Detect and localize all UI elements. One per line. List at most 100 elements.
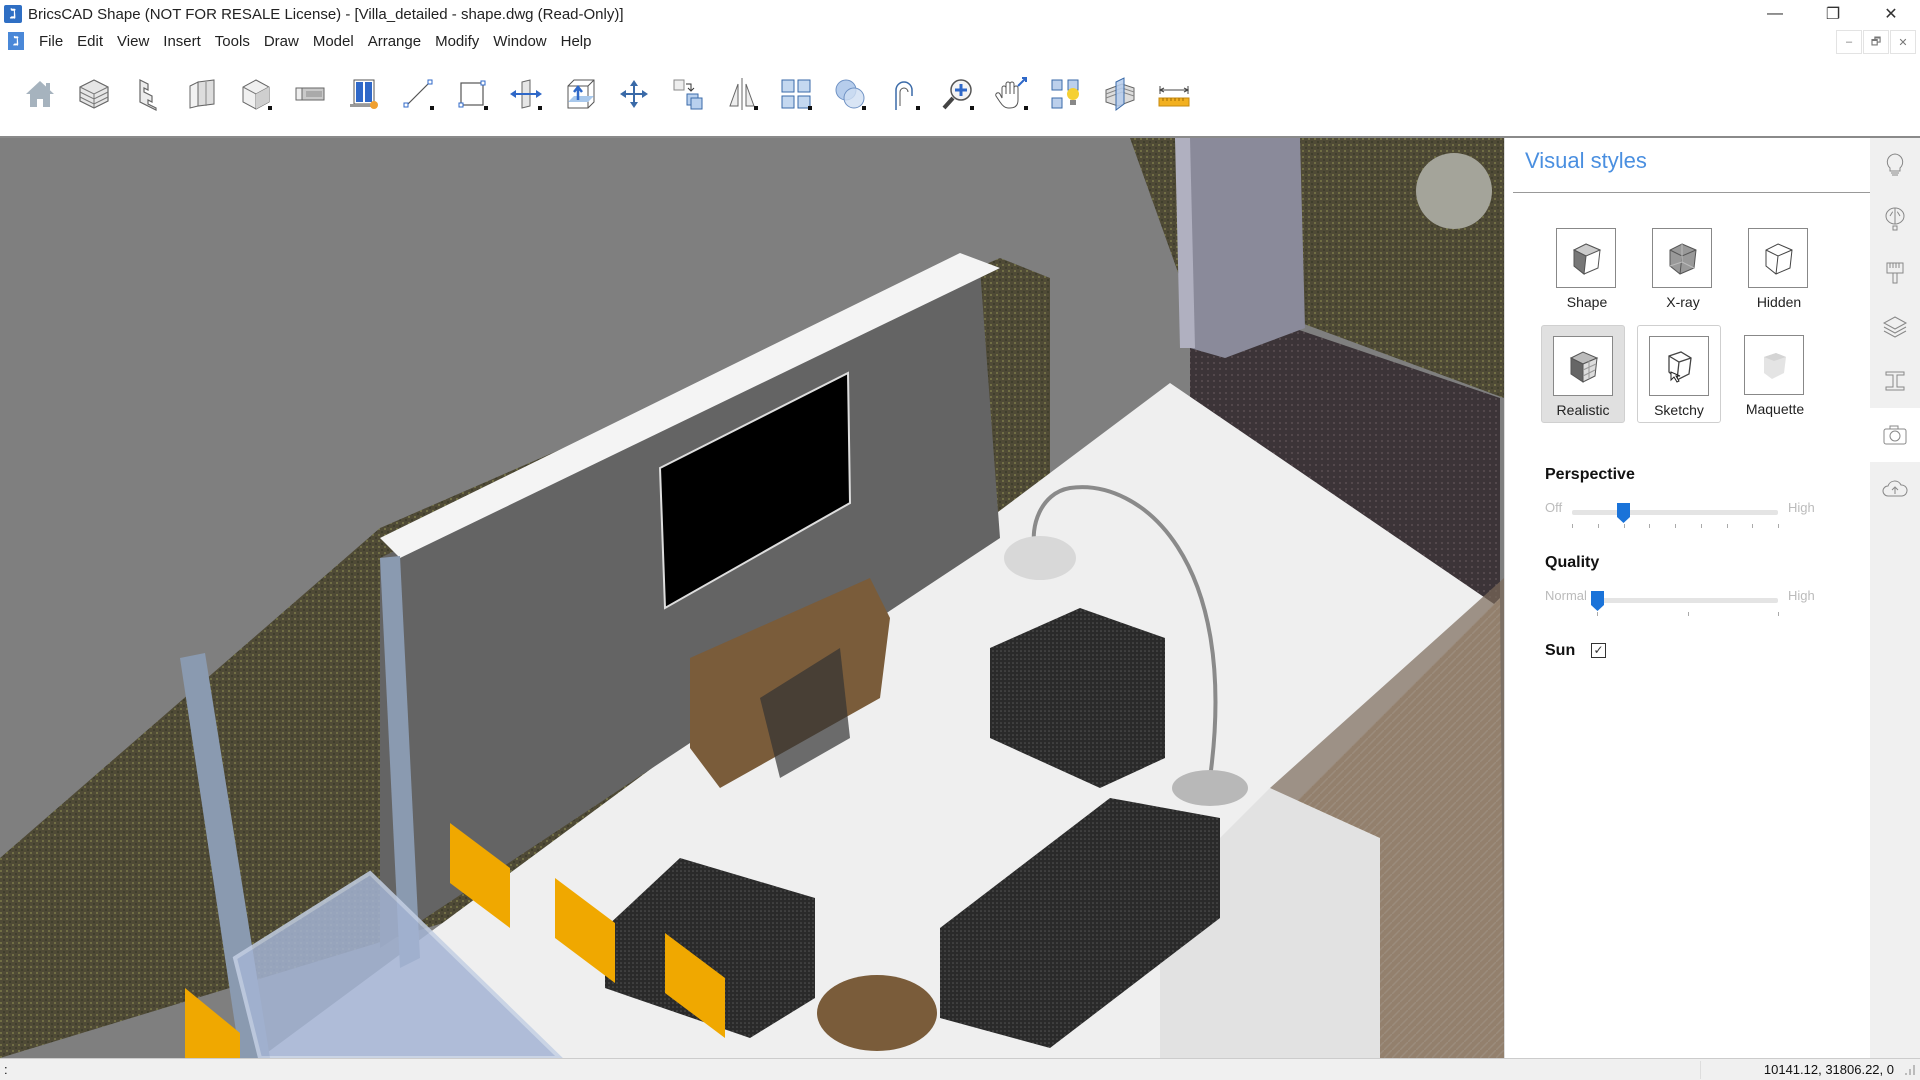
restore-button[interactable]: ❐	[1804, 0, 1862, 28]
line-icon[interactable]	[398, 74, 438, 114]
quality-max-label: High	[1788, 588, 1815, 603]
style-label: X-ray	[1666, 294, 1700, 310]
pan-icon[interactable]	[992, 74, 1032, 114]
slider-tick	[1649, 524, 1651, 528]
scene-round-table	[817, 975, 937, 1051]
menu-arrange[interactable]: Arrange	[361, 33, 428, 50]
quality-slider-thumb[interactable]	[1590, 591, 1604, 611]
slider-tick	[1726, 524, 1728, 528]
perspective-slider[interactable]: Off High	[1545, 500, 1815, 540]
sun-checkbox[interactable]: ✓	[1591, 643, 1606, 658]
sun-label: Sun	[1545, 642, 1576, 659]
resize-grip-icon[interactable]	[1902, 1063, 1916, 1077]
style-label: Realistic	[1556, 402, 1610, 418]
slider-tick	[1572, 524, 1573, 528]
bricscad-logo-icon: ℷ	[4, 5, 22, 23]
style-hidden[interactable]: Hidden	[1737, 218, 1821, 316]
style-maquette[interactable]: Maquette	[1733, 325, 1817, 423]
doc-restore-button[interactable]: 🗗	[1863, 30, 1889, 54]
menu-window[interactable]: Window	[486, 33, 553, 50]
box-icon[interactable]	[236, 74, 276, 114]
style-label: Sketchy	[1654, 402, 1704, 418]
paint-brush-icon[interactable]	[1870, 246, 1920, 300]
menu-insert[interactable]: Insert	[156, 33, 208, 50]
home-icon[interactable]	[20, 74, 60, 114]
style-xray[interactable]: X-ray	[1641, 218, 1725, 316]
slider-tick	[1597, 524, 1599, 528]
slab-icon[interactable]	[290, 74, 330, 114]
realistic-cube-icon	[1553, 336, 1613, 396]
measure-icon[interactable]	[1154, 74, 1194, 114]
style-realistic[interactable]: Realistic	[1541, 325, 1625, 423]
minimize-button[interactable]: —	[1746, 0, 1804, 28]
slider-tick	[1675, 524, 1676, 528]
wall-icon[interactable]	[182, 74, 222, 114]
doc-close-button[interactable]: ✕	[1890, 30, 1916, 54]
menu-help[interactable]: Help	[554, 33, 599, 50]
menu-draw[interactable]: Draw	[257, 33, 306, 50]
layout-light-icon[interactable]	[1046, 74, 1086, 114]
stairs-icon[interactable]	[128, 74, 168, 114]
scene-round-top-element	[1416, 153, 1492, 229]
menu-edit[interactable]: Edit	[70, 33, 110, 50]
perspective-slider-thumb[interactable]	[1617, 503, 1630, 523]
maquette-cube-icon	[1744, 335, 1804, 395]
i-beam-icon[interactable]	[1870, 354, 1920, 408]
slider-tick	[1700, 524, 1702, 528]
command-prompt[interactable]: :	[4, 1062, 8, 1077]
document-icon[interactable]: ℷ	[8, 32, 24, 50]
camera-icon[interactable]	[1870, 408, 1920, 462]
rectangle-icon[interactable]	[452, 74, 492, 114]
title-bar: ℷ BricsCAD Shape (NOT FOR RESALE License…	[0, 0, 1920, 28]
slider-tick	[1687, 612, 1689, 616]
menu-tools[interactable]: Tools	[208, 33, 257, 50]
style-label: Shape	[1566, 294, 1608, 310]
visual-styles-panel: Visual styles Shape X-ray Hidden Realist…	[1504, 138, 1871, 1058]
xray-cube-icon	[1652, 228, 1712, 288]
quality-track[interactable]	[1597, 598, 1778, 603]
slider-tick	[1778, 612, 1779, 616]
lightbulb-icon[interactable]	[1870, 138, 1920, 192]
style-label: Hidden	[1756, 294, 1802, 310]
cloud-upload-icon[interactable]	[1870, 462, 1920, 516]
move-icon[interactable]	[614, 74, 654, 114]
menu-file[interactable]: File	[32, 33, 70, 50]
perspective-min-label: Off	[1545, 500, 1563, 515]
push-pull-icon[interactable]	[506, 74, 546, 114]
slider-tick	[1623, 524, 1625, 528]
section-icon[interactable]	[1100, 74, 1140, 114]
quality-label: Quality	[1545, 554, 1600, 571]
copy-icon[interactable]	[668, 74, 708, 114]
balloon-icon[interactable]	[1870, 192, 1920, 246]
array-icon[interactable]	[776, 74, 816, 114]
quality-min-label: Normal	[1545, 588, 1587, 603]
slider-tick	[1752, 524, 1754, 528]
hidden-cube-icon	[1748, 228, 1808, 288]
divider	[1513, 192, 1871, 193]
panel-title: Visual styles	[1525, 148, 1647, 173]
window-title: BricsCAD Shape (NOT FOR RESALE License) …	[28, 5, 624, 23]
menu-modify[interactable]: Modify	[428, 33, 486, 50]
quality-slider[interactable]: Normal High	[1545, 588, 1815, 628]
divider	[1700, 1061, 1701, 1079]
mirror-icon[interactable]	[722, 74, 762, 114]
fillet-icon[interactable]	[884, 74, 924, 114]
layers-icon[interactable]	[1870, 300, 1920, 354]
style-sketchy[interactable]: Sketchy	[1637, 325, 1721, 423]
right-rail	[1870, 138, 1920, 1058]
style-label: Maquette	[1745, 401, 1805, 417]
extrude-icon[interactable]	[560, 74, 600, 114]
slider-tick	[1778, 524, 1779, 528]
brick-block-icon[interactable]	[74, 74, 114, 114]
window-icon[interactable]	[344, 74, 384, 114]
union-icon[interactable]	[830, 74, 870, 114]
menu-view[interactable]: View	[110, 33, 156, 50]
model-viewport[interactable]	[0, 138, 1504, 1058]
zoom-icon[interactable]	[938, 74, 978, 114]
doc-minimize-button[interactable]: –	[1836, 30, 1862, 54]
slider-tick	[1597, 612, 1598, 616]
style-shape[interactable]: Shape	[1545, 218, 1629, 316]
perspective-track[interactable]	[1572, 510, 1778, 515]
close-button[interactable]: ✕	[1862, 0, 1920, 28]
menu-model[interactable]: Model	[306, 33, 361, 50]
